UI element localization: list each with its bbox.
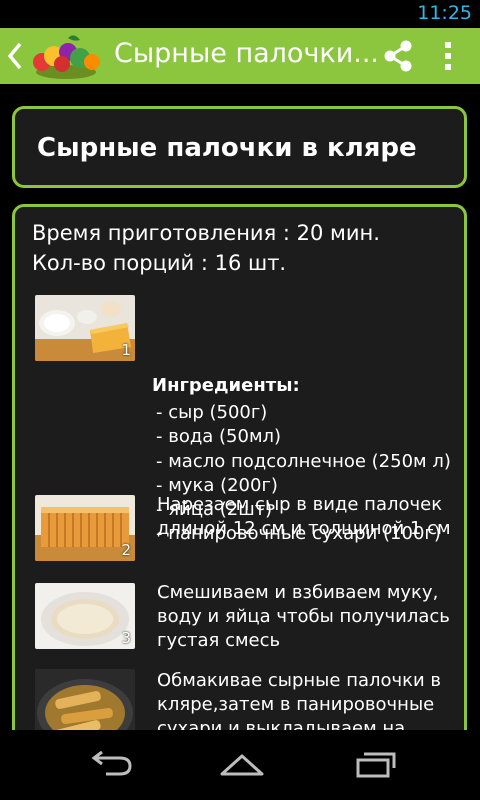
step-number: 3 <box>121 629 131 647</box>
step-photo-3[interactable]: 3 <box>35 583 135 649</box>
recipe-content[interactable]: Сырные палочки в кляре Время приготовлен… <box>0 84 480 730</box>
status-time: 11:25 <box>417 2 472 24</box>
step-line: Нарезаем сыр в виде палочек <box>157 494 443 515</box>
nav-back-icon[interactable] <box>80 744 140 784</box>
step-photo-1[interactable]: 1 <box>35 295 135 361</box>
ingredient-item: - масло подсолнечное (250м л) <box>156 450 451 472</box>
step-text-3: Смешиваем и взбиваем муку, воду и яйца ч… <box>157 581 457 653</box>
recipe-title-card: Сырные палочки в кляре <box>12 106 467 188</box>
navigation-bar <box>0 730 480 800</box>
chevron-left-icon[interactable] <box>4 40 28 72</box>
step-line: кляре,затем в панировочные <box>157 694 435 715</box>
ingredient-item: - сыр (500г) <box>156 402 268 423</box>
ingredient-item: - вода (50мл) <box>156 426 282 448</box>
status-bar: 11:25 <box>0 0 480 28</box>
prep-time: Время приготовления : 20 мин. <box>32 221 380 245</box>
app-bar: Сырные палочки... <box>0 28 480 84</box>
step-number: 1 <box>121 341 131 359</box>
step-line: Обмакивае сырные палочки в <box>157 670 442 691</box>
step-line: сухари и выкладываем на <box>157 718 406 730</box>
app-title: Сырные палочки... <box>114 38 376 69</box>
step-text-2: Нарезаем сыр в виде палочек длиной 12 см… <box>157 493 457 541</box>
step-line: воду и яйца чтобы получилась <box>157 606 450 627</box>
overflow-menu-icon[interactable] <box>432 36 464 76</box>
step-line: густая смесь <box>157 630 281 651</box>
share-icon[interactable] <box>378 36 418 76</box>
nav-home-icon[interactable] <box>212 744 272 784</box>
servings: Кол-во порций : 16 шт. <box>32 251 287 275</box>
step-text-4: Обмакивае сырные палочки в кляре,затем в… <box>157 669 457 730</box>
step-line: Смешиваем и взбиваем муку, <box>157 582 439 603</box>
recipe-title: Сырные палочки в кляре <box>37 133 417 163</box>
recipe-card: Время приготовления : 20 мин. Кол-во пор… <box>12 204 467 730</box>
step-photo-4[interactable] <box>35 669 135 730</box>
ingredients-heading: Ингредиенты: <box>152 375 300 396</box>
step-photo-2[interactable]: 2 <box>35 495 135 561</box>
step-number: 2 <box>121 541 131 559</box>
nav-recents-icon[interactable] <box>344 744 404 784</box>
fruit-bowl-icon[interactable] <box>28 32 104 80</box>
step-line: длиной 12 см и толщиной 1 см <box>157 518 451 539</box>
